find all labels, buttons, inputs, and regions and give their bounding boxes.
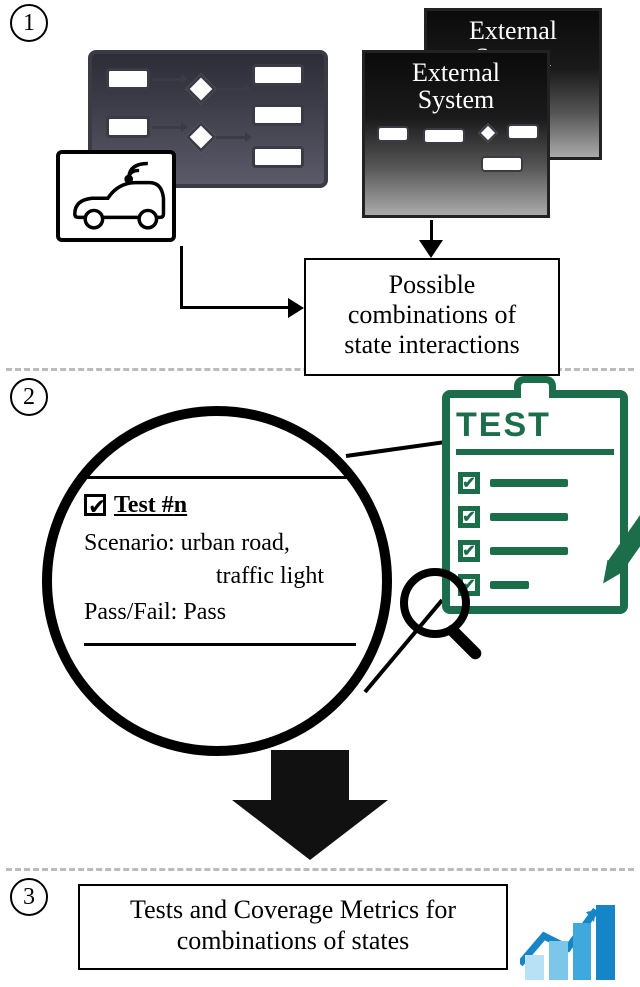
- flow-arrow: [152, 126, 182, 129]
- step-3-label: 3: [23, 884, 35, 911]
- check-icon: [458, 540, 480, 562]
- test-title: Test #n: [114, 489, 187, 521]
- zoom-line-top: [346, 439, 455, 458]
- step-3-circle: 3: [10, 878, 48, 916]
- flow-node: [377, 126, 409, 142]
- flow-node: [106, 116, 150, 138]
- big-down-arrow: [232, 750, 388, 860]
- scenario-label: Scenario:: [84, 530, 175, 556]
- arrow-ext-to-combo-head: [419, 240, 443, 258]
- arrow-car-combo-head: [288, 298, 304, 318]
- test-divider-bottom: [84, 643, 356, 646]
- check-icon: [458, 472, 480, 494]
- scenario-line1: urban road,: [181, 530, 290, 556]
- results-box: Tests and Coverage Metrics for combinati…: [78, 884, 508, 970]
- arrow-ext-to-combo-stem: [430, 220, 433, 242]
- results-text: Tests and Coverage Metrics for combinati…: [130, 895, 456, 955]
- metrics-bar: [525, 955, 544, 980]
- flow-node: [252, 104, 304, 126]
- combinations-text: Possible combinations of state interacti…: [344, 270, 519, 359]
- metrics-bar: [596, 905, 615, 980]
- flow-decision: [185, 73, 216, 104]
- scenario-line2: traffic light: [216, 563, 324, 589]
- clipboard-bar: [490, 547, 568, 555]
- clipboard-row-2: [458, 506, 568, 528]
- clipboard-title: TEST: [456, 406, 614, 455]
- magnifier-icon: [400, 568, 470, 638]
- step-1-label: 1: [23, 10, 35, 37]
- flow-decision: [478, 123, 498, 143]
- flow-arrow: [216, 88, 246, 91]
- clipboard-bar: [490, 513, 568, 521]
- result-label: Pass/Fail:: [84, 599, 177, 625]
- flow-decision: [185, 121, 216, 152]
- clipboard-row-3: [458, 540, 568, 562]
- flow-node: [481, 156, 523, 172]
- diagram-root: 1 2 3: [0, 0, 640, 987]
- clipboard-clip-icon: [514, 376, 556, 398]
- car-icon: [66, 160, 166, 232]
- metrics-chart-icon: [520, 900, 620, 980]
- flow-arrow: [216, 136, 246, 139]
- combinations-box: Possible combinations of state interacti…: [304, 258, 560, 376]
- metrics-bar: [573, 923, 592, 980]
- checkbox-icon: ✔: [84, 494, 106, 516]
- flow-node: [423, 128, 465, 144]
- arrow-car-combo-v: [180, 246, 183, 308]
- external-system-front: External System: [362, 50, 550, 218]
- metrics-bar: [549, 941, 568, 980]
- arrow-car-combo-h: [180, 306, 290, 309]
- clipboard-row-4: [458, 574, 568, 596]
- step-1-circle: 1: [10, 4, 48, 42]
- external-mini-flow: [373, 118, 539, 182]
- autonomous-car-card: [56, 150, 176, 242]
- clipboard-row-1: [458, 472, 568, 494]
- flow-arrow: [152, 78, 182, 81]
- separator-2-3: [6, 868, 634, 871]
- step-2-label: 2: [23, 384, 35, 411]
- flow-node: [252, 146, 304, 168]
- external-system-front-label: External System: [373, 59, 539, 114]
- clipboard-bar: [490, 479, 568, 487]
- flow-node: [507, 124, 539, 140]
- clipboard-bar: [490, 581, 529, 589]
- check-icon: [458, 506, 480, 528]
- result-value: Pass: [183, 599, 226, 625]
- flow-node: [106, 68, 150, 90]
- test-divider-top: [84, 476, 356, 479]
- flow-node: [252, 64, 304, 86]
- test-card: ✔ Test #n Scenario: urban road, traffic …: [84, 472, 356, 656]
- step-2-circle: 2: [10, 378, 48, 416]
